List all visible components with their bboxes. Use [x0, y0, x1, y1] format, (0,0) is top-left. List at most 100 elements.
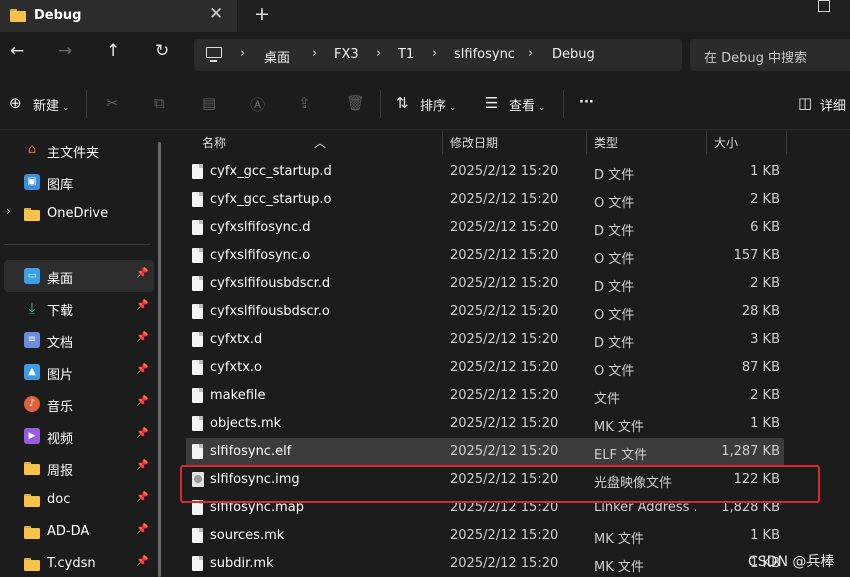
pin-icon[interactable]: 📌	[136, 524, 148, 535]
sidebar-item-label: 图库	[47, 178, 74, 193]
breadcrumb-separator[interactable]: ›	[528, 46, 533, 61]
pin-icon[interactable]: 📌	[136, 268, 148, 279]
file-row[interactable]: subdir.mk 2025/2/12 15:20 MK 文件 1 KB	[186, 550, 784, 577]
file-row[interactable]: objects.mk 2025/2/12 15:20 MK 文件 1 KB	[186, 410, 784, 438]
column-divider[interactable]	[442, 130, 443, 154]
breadcrumb-separator[interactable]: ›	[312, 46, 317, 61]
pin-icon[interactable]: 📌	[136, 492, 148, 503]
column-divider[interactable]	[586, 130, 587, 154]
up-arrow-icon[interactable]: ↑	[106, 41, 120, 61]
column-type[interactable]: 类型	[594, 134, 618, 151]
address-bar[interactable]: › 桌面 › FX3 › T1 › slfifosync › Debug	[194, 39, 682, 71]
pin-icon[interactable]: 📌	[136, 460, 148, 471]
rename-icon[interactable]: Ⓐ	[250, 94, 265, 115]
pin-icon[interactable]: 📌	[136, 332, 148, 343]
file-row[interactable]: cyfxslfifousbdscr.d 2025/2/12 15:20 D 文件…	[186, 270, 784, 298]
breadcrumb-t1[interactable]: T1	[398, 47, 414, 62]
pin-icon[interactable]: 📌	[136, 556, 148, 567]
close-icon[interactable]: ✕	[209, 4, 223, 24]
file-size: 2 KB	[750, 192, 780, 207]
column-divider[interactable]	[706, 130, 707, 154]
pin-icon[interactable]: 📌	[136, 396, 148, 407]
file-name: cyfxslfifosync.d	[210, 220, 311, 235]
breadcrumb-separator[interactable]: ›	[240, 46, 245, 61]
cut-icon[interactable]: ✂	[106, 94, 119, 112]
details-pane-icon[interactable]: ◫	[798, 94, 812, 112]
toolbar-divider	[380, 90, 381, 118]
sidebar-item-weekly[interactable]: 周报 📌	[0, 452, 158, 484]
file-type: D 文件	[594, 336, 635, 351]
file-type: O 文件	[594, 252, 635, 267]
sort-button[interactable]: 排序 ⌄	[420, 95, 457, 114]
sidebar-item-doc[interactable]: doc 📌	[0, 484, 158, 516]
breadcrumb-fx3[interactable]: FX3	[334, 47, 359, 62]
column-name[interactable]: 名称	[202, 134, 226, 151]
file-row[interactable]: slfifosync.map 2025/2/12 15:20 Linker Ad…	[186, 494, 784, 522]
sidebar-item-onedrive[interactable]: › OneDrive	[0, 198, 158, 230]
sidebar-item-music[interactable]: ♪ 音乐 📌	[0, 388, 158, 420]
sidebar-item-label: 主文件夹	[47, 146, 100, 161]
new-label: 新建	[33, 99, 60, 114]
sidebar-item-t-cydsn[interactable]: T.cydsn 📌	[0, 548, 158, 577]
delete-icon[interactable]: 🗑	[346, 94, 365, 112]
new-tab-button[interactable]: +	[254, 3, 270, 25]
maximize-button[interactable]	[818, 0, 830, 12]
back-arrow-icon[interactable]: ←	[10, 41, 24, 61]
column-divider[interactable]	[786, 130, 787, 154]
forward-arrow-icon[interactable]: →	[58, 41, 72, 61]
share-icon[interactable]: ⇪	[298, 94, 311, 112]
sidebar-item-home[interactable]: ⌂ 主文件夹	[0, 134, 158, 166]
details-button[interactable]: 详细	[820, 95, 846, 114]
refresh-icon[interactable]: ↻	[155, 41, 169, 61]
paste-icon[interactable]: ▤	[202, 94, 216, 112]
sidebar-item-ad-da[interactable]: AD-DA 📌	[0, 516, 158, 548]
column-date[interactable]: 修改日期	[450, 134, 498, 151]
video-icon: ▶	[24, 428, 40, 444]
file-row[interactable]: cyfxtx.o 2025/2/12 15:20 O 文件 87 KB	[186, 354, 784, 382]
search-box[interactable]: 在 Debug 中搜索	[690, 39, 850, 71]
file-date: 2025/2/12 15:20	[450, 276, 559, 291]
sort-label: 排序	[420, 99, 447, 114]
file-row[interactable]: sources.mk 2025/2/12 15:20 MK 文件 1 KB	[186, 522, 784, 550]
file-row[interactable]: cyfx_gcc_startup.o 2025/2/12 15:20 O 文件 …	[186, 186, 784, 214]
chevron-right-icon[interactable]: ›	[6, 204, 11, 218]
breadcrumb-slfifosync[interactable]: slfifosync	[454, 47, 515, 62]
file-row[interactable]: cyfx_gcc_startup.d 2025/2/12 15:20 D 文件 …	[186, 158, 784, 186]
file-row[interactable]: cyfxtx.d 2025/2/12 15:20 D 文件 3 KB	[186, 326, 784, 354]
file-row[interactable]: makefile 2025/2/12 15:20 文件 2 KB	[186, 382, 784, 410]
chevron-down-icon: ⌄	[538, 103, 546, 113]
pin-icon[interactable]: 📌	[136, 300, 148, 311]
sidebar-item-label: 下载	[47, 304, 74, 319]
file-row[interactable]: slfifosync.img 2025/2/12 15:20 光盘映像文件 12…	[186, 466, 784, 494]
file-row-selected[interactable]: slfifosync.elf 2025/2/12 15:20 ELF 文件 1,…	[186, 438, 784, 466]
sidebar-item-documents[interactable]: ≡ 文档 📌	[0, 324, 158, 356]
sidebar-item-gallery[interactable]: ▣ 图库	[0, 166, 158, 198]
sort-icon[interactable]: ⇅	[396, 94, 409, 112]
view-button[interactable]: 查看 ⌄	[509, 95, 546, 114]
tab-debug[interactable]: Debug ✕	[0, 0, 238, 32]
download-icon: ⤓	[28, 299, 36, 317]
file-type: Linker Address ...	[594, 500, 696, 515]
file-row[interactable]: cyfxslfifosync.d 2025/2/12 15:20 D 文件 6 …	[186, 214, 784, 242]
view-icon[interactable]: ☰	[485, 94, 498, 112]
title-bar: Debug ✕ +	[0, 0, 850, 32]
more-options-button[interactable]: ···	[579, 95, 594, 110]
copy-icon[interactable]: ⧉	[154, 94, 165, 112]
add-icon[interactable]: ⊕	[9, 94, 22, 112]
sidebar-scrollbar[interactable]	[158, 142, 161, 577]
column-size[interactable]: 大小	[714, 134, 738, 151]
sidebar-item-downloads[interactable]: ⤓ 下载 📌	[0, 292, 158, 324]
file-size: 1 KB	[750, 164, 780, 179]
breadcrumb-separator[interactable]: ›	[376, 46, 381, 61]
breadcrumb-debug[interactable]: Debug	[552, 47, 595, 62]
file-row[interactable]: cyfxslfifosync.o 2025/2/12 15:20 O 文件 15…	[186, 242, 784, 270]
sidebar-item-videos[interactable]: ▶ 视频 📌	[0, 420, 158, 452]
pin-icon[interactable]: 📌	[136, 364, 148, 375]
breadcrumb-desktop[interactable]: 桌面	[264, 47, 290, 66]
file-row[interactable]: cyfxslfifousbdscr.o 2025/2/12 15:20 O 文件…	[186, 298, 784, 326]
sidebar-item-desktop[interactable]: ▭ 桌面 📌	[4, 260, 154, 292]
sidebar-item-pictures[interactable]: ▲ 图片 📌	[0, 356, 158, 388]
breadcrumb-separator[interactable]: ›	[432, 46, 437, 61]
pin-icon[interactable]: 📌	[136, 428, 148, 439]
new-button[interactable]: 新建 ⌄	[33, 95, 70, 114]
